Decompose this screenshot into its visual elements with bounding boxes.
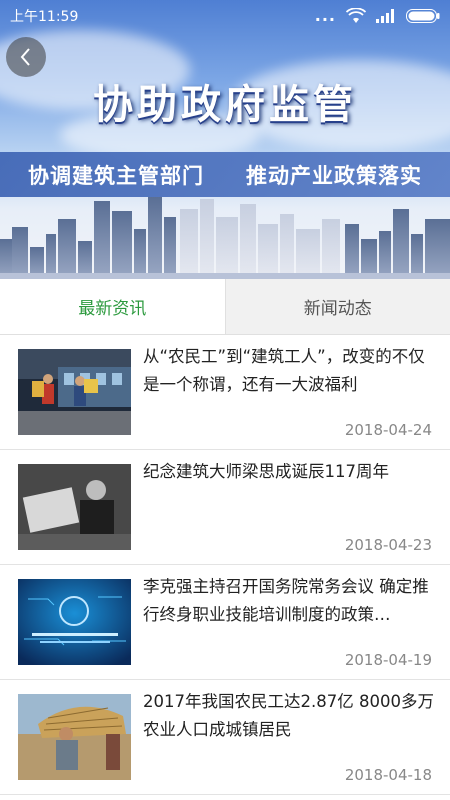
signal-icon: [376, 8, 394, 23]
list-item[interactable]: 李克强主持召开国务院常务会议 确定推行终身职业技能培训制度的政策… 2018-0…: [0, 565, 450, 680]
wifi-icon: [346, 7, 366, 23]
news-thumbnail: [18, 579, 131, 665]
news-tabs: 最新资讯 新闻动态: [0, 279, 450, 335]
news-title: 纪念建筑大师梁思成诞辰117周年: [143, 462, 389, 481]
news-date: 2018-04-23: [344, 536, 432, 554]
back-button[interactable]: [6, 37, 46, 77]
slogan-left: 协调建筑主管部门: [28, 163, 204, 188]
news-title: 2017年我国农民工达2.87亿 8000多万农业人口成城镇居民: [143, 692, 434, 739]
hero-banner: 上午11:59 ... 协助政府监管 协调建筑主管部门 推动产业政策落实: [0, 0, 450, 279]
city-skyline: [0, 197, 450, 279]
list-item[interactable]: 纪念建筑大师梁思成诞辰117周年 2018-04-23: [0, 450, 450, 565]
slogan-right: 推动产业政策落实: [246, 163, 422, 188]
chevron-left-icon: [20, 48, 30, 66]
status-time: 上午11:59: [10, 9, 79, 25]
list-item[interactable]: 从“农民工”到“建筑工人”，改变的不仅是一个称谓，还有一大波福利 2018-04…: [0, 335, 450, 450]
hero-title: 协助政府监管: [93, 82, 357, 128]
battery-icon: [406, 8, 440, 23]
news-date: 2018-04-18: [344, 766, 432, 784]
more-dots-icon: ...: [314, 6, 336, 25]
news-list: 从“农民工”到“建筑工人”，改变的不仅是一个称谓，还有一大波福利 2018-04…: [0, 335, 450, 795]
news-title: 从“农民工”到“建筑工人”，改变的不仅是一个称谓，还有一大波福利: [143, 347, 425, 394]
tab-latest-news[interactable]: 最新资讯: [0, 279, 225, 334]
tab-news-updates[interactable]: 新闻动态: [224, 279, 450, 334]
news-date: 2018-04-24: [344, 421, 432, 439]
news-thumbnail: [18, 694, 131, 780]
news-thumbnail: [18, 464, 131, 550]
news-thumbnail: [18, 349, 131, 435]
status-bar: 上午11:59 ...: [0, 0, 450, 30]
news-title: 李克强主持召开国务院常务会议 确定推行终身职业技能培训制度的政策…: [143, 577, 429, 624]
list-item[interactable]: 2017年我国农民工达2.87亿 8000多万农业人口成城镇居民 2018-04…: [0, 680, 450, 795]
news-date: 2018-04-19: [344, 651, 432, 669]
